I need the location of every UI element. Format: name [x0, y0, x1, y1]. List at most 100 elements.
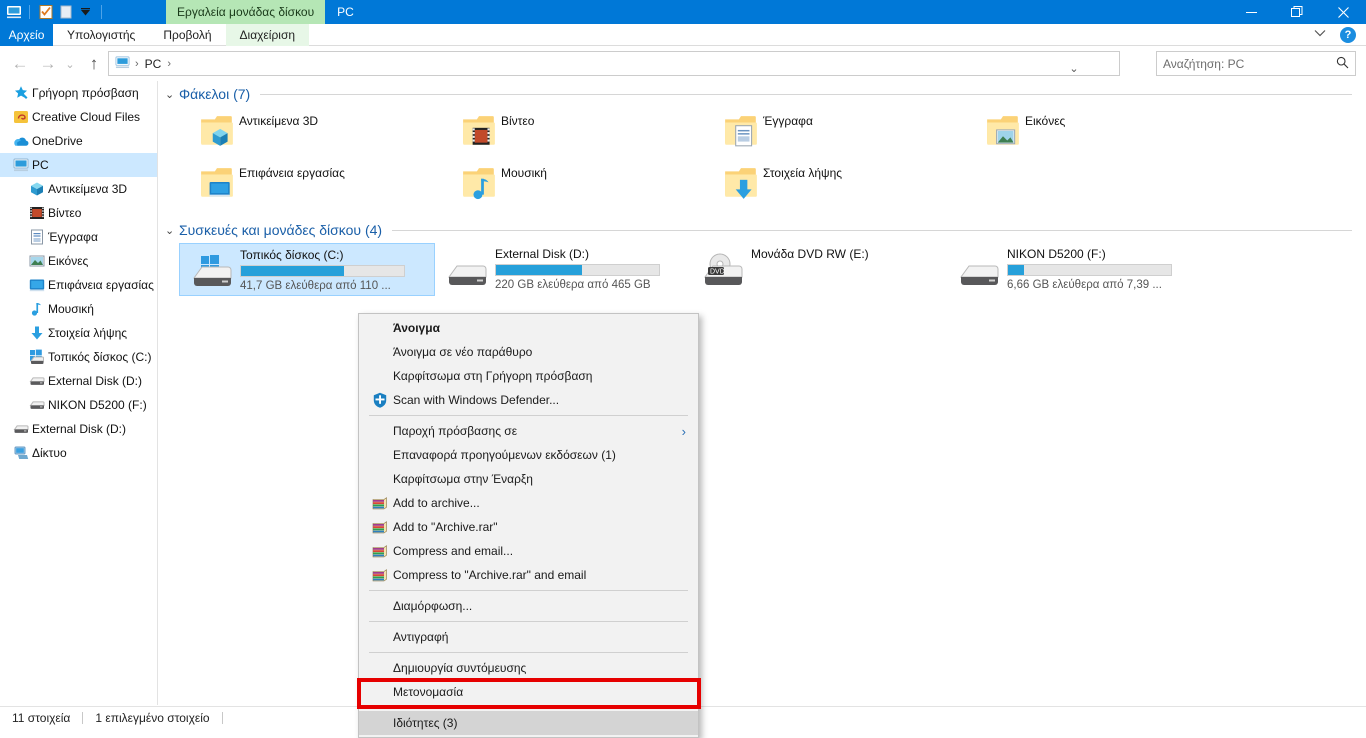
sidebar-item-15[interactable]: Δίκτυο	[0, 441, 157, 465]
pictures-icon	[26, 253, 48, 269]
sidebar-item-12[interactable]: External Disk (D:)	[0, 369, 157, 393]
sidebar-item-1[interactable]: Creative Cloud Files	[0, 105, 157, 129]
context-menu-item-9[interactable]: Compress and email...	[359, 539, 698, 563]
status-divider-2	[221, 711, 223, 724]
drive-tile[interactable]: External Disk (D:) 220 GB ελεύθερα από 46…	[435, 243, 691, 296]
sidebar-item-4[interactable]: Αντικείμενα 3D	[0, 177, 157, 201]
sidebar-item-6[interactable]: Έγγραφα	[0, 225, 157, 249]
hdd-icon	[951, 246, 1007, 294]
context-menu-item-4[interactable]: Παροχή πρόσβασης σε ›	[359, 419, 698, 443]
window-controls	[1228, 0, 1366, 24]
context-menu-item-15[interactable]: Ιδιότητες (3)	[359, 711, 698, 735]
navigation-pane[interactable]: Γρήγορη πρόσβαση Creative Cloud Files OneD…	[0, 81, 158, 705]
customize-qat-chevron-icon[interactable]	[77, 4, 94, 21]
folder-tile[interactable]: Στοιχεία λήψης	[719, 159, 981, 211]
folder-tile[interactable]: Εικόνες	[981, 107, 1243, 159]
drive-usage-bar	[240, 265, 405, 277]
folder-tile[interactable]: Επιφάνεια εργασίας	[195, 159, 457, 211]
group-rule	[392, 229, 1352, 231]
context-menu-item-14[interactable]: Μετονομασία	[359, 680, 698, 704]
context-menu-item-10[interactable]: Compress to "Archive.rar" and email	[359, 563, 698, 587]
sidebar-item-10[interactable]: Στοιχεία λήψης	[0, 321, 157, 345]
drive-tile[interactable]: NIKON D5200 (F:) 6,66 GB ελεύθερα από 7,3…	[947, 243, 1203, 296]
folder-tile[interactable]: Αντικείμενα 3D	[195, 107, 457, 159]
help-icon[interactable]: ?	[1340, 27, 1356, 43]
context-menu-item-8[interactable]: Add to "Archive.rar"	[359, 515, 698, 539]
sidebar-item-label: OneDrive	[32, 134, 83, 148]
sidebar-item-8[interactable]: Επιφάνεια εργασίας	[0, 273, 157, 297]
sidebar-item-13[interactable]: NIKON D5200 (F:)	[0, 393, 157, 417]
sidebar-item-5[interactable]: Βίντεο	[0, 201, 157, 225]
recent-locations-button[interactable]: ⌄	[62, 52, 78, 76]
context-menu[interactable]: Άνοιγμα Άνοιγμα σε νέο παράθυρο Καρφίτσωμα…	[358, 313, 699, 738]
folders-group-header[interactable]: ⌄ Φάκελοι (7)	[159, 81, 1366, 107]
pc-icon[interactable]	[5, 4, 22, 21]
minimize-button[interactable]	[1228, 0, 1274, 24]
sidebar-item-label: Αντικείμενα 3D	[48, 182, 128, 196]
tab-computer[interactable]: Υπολογιστής	[53, 24, 149, 46]
content-pane[interactable]: ⌄ Φάκελοι (7) Αντικείμενα 3D Βίντεο Έγγραφ…	[159, 81, 1366, 705]
folder-downloads-icon	[719, 161, 763, 205]
folder-label: Εικόνες	[1025, 114, 1066, 128]
back-button[interactable]: ←	[8, 52, 32, 76]
close-button[interactable]	[1320, 0, 1366, 24]
drives-grid: Τοπικός δίσκος (C:) 41,7 GB ελεύθερα από …	[159, 243, 1366, 296]
properties-icon[interactable]	[37, 4, 54, 21]
context-menu-item-7[interactable]: Add to archive...	[359, 491, 698, 515]
context-menu-item-11[interactable]: Διαμόρφωση...	[359, 594, 698, 618]
folder-tile[interactable]: Μουσική	[457, 159, 719, 211]
context-menu-item-1[interactable]: Άνοιγμα σε νέο παράθυρο	[359, 340, 698, 364]
context-menu-item-13[interactable]: Δημιουργία συντόμευσης	[359, 656, 698, 680]
drive-tile[interactable]: DVD Μονάδα DVD RW (E:)	[691, 243, 947, 296]
context-menu-item-2[interactable]: Καρφίτσωμα στη Γρήγορη πρόσβαση	[359, 364, 698, 388]
context-menu-item-5[interactable]: Επαναφορά προηγούμενων εκδόσεων (1)	[359, 443, 698, 467]
address-dropdown-icon[interactable]: ⌄	[1063, 56, 1085, 81]
context-menu-item-6[interactable]: Καρφίτσωμα στην Έναρξη	[359, 467, 698, 491]
context-menu-item-3[interactable]: Scan with Windows Defender...	[359, 388, 698, 412]
sidebar-item-label: Εικόνες	[48, 254, 89, 268]
sidebar-item-7[interactable]: Εικόνες	[0, 249, 157, 273]
folders-grid: Αντικείμενα 3D Βίντεο Έγγραφα Εικόνες Επιφάν…	[159, 107, 1366, 211]
drive-tile[interactable]: Τοπικός δίσκος (C:) 41,7 GB ελεύθερα από …	[179, 243, 435, 296]
tab-manage[interactable]: Διαχείριση	[225, 24, 310, 46]
breadcrumb[interactable]: › PC › ⌄	[108, 51, 1120, 76]
context-menu-item-label: Compress and email...	[393, 544, 514, 558]
search-input[interactable]: Αναζήτηση: PC	[1156, 51, 1356, 76]
chevron-down-icon[interactable]: ⌄	[165, 224, 179, 237]
chevron-down-icon[interactable]	[1308, 29, 1332, 41]
tab-file[interactable]: Αρχείο	[0, 24, 53, 46]
sidebar-item-2[interactable]: OneDrive	[0, 129, 157, 153]
sidebar-item-0[interactable]: Γρήγορη πρόσβαση	[0, 81, 157, 105]
folder-tile[interactable]: Έγγραφα	[719, 107, 981, 159]
breadcrumb-separator-2[interactable]: ›	[164, 58, 174, 70]
new-folder-icon[interactable]	[57, 4, 74, 21]
drive-icon	[10, 421, 32, 437]
context-menu-item-label: Παροχή πρόσβασης σε	[393, 424, 518, 438]
forward-button[interactable]: →	[36, 52, 60, 76]
sidebar-item-11[interactable]: Τοπικός δίσκος (C:)	[0, 345, 157, 369]
chevron-down-icon[interactable]: ⌄	[165, 88, 179, 101]
context-menu-item-label: Scan with Windows Defender...	[393, 393, 560, 407]
sidebar-item-label: External Disk (D:)	[32, 422, 127, 436]
drives-group-header[interactable]: ⌄ Συσκευές και μονάδες δίσκου (4)	[159, 217, 1366, 243]
breadcrumb-item-pc[interactable]: PC	[142, 57, 165, 71]
ribbon-tab-bar: Αρχείο Υπολογιστής Προβολή Διαχείριση ?	[0, 24, 1366, 46]
context-menu-item-label: Καρφίτσωμα στην Έναρξη	[393, 472, 533, 486]
sidebar-item-14[interactable]: External Disk (D:)	[0, 417, 157, 441]
maximize-restore-button[interactable]	[1274, 0, 1320, 24]
drive-free-text: 41,7 GB ελεύθερα από 110 ...	[240, 280, 391, 292]
context-menu-item-12[interactable]: Αντιγραφή	[359, 625, 698, 649]
context-menu-separator	[369, 415, 688, 416]
context-tab-group-label: Εργαλεία μονάδας δίσκου	[166, 0, 326, 24]
context-menu-item-label: Άνοιγμα σε νέο παράθυρο	[393, 345, 533, 359]
context-menu-item-0[interactable]: Άνοιγμα	[359, 316, 698, 340]
folder-desktop-icon	[195, 161, 239, 205]
search-icon[interactable]	[1336, 56, 1349, 72]
pc-icon	[10, 157, 32, 173]
tab-view[interactable]: Προβολή	[149, 24, 225, 46]
status-selection: 1 επιλεγμένο στοιχείο	[95, 710, 210, 725]
sidebar-item-3[interactable]: PC	[0, 153, 157, 177]
folder-tile[interactable]: Βίντεο	[457, 107, 719, 159]
sidebar-item-9[interactable]: Μουσική	[0, 297, 157, 321]
up-button[interactable]: ↑	[82, 52, 106, 76]
